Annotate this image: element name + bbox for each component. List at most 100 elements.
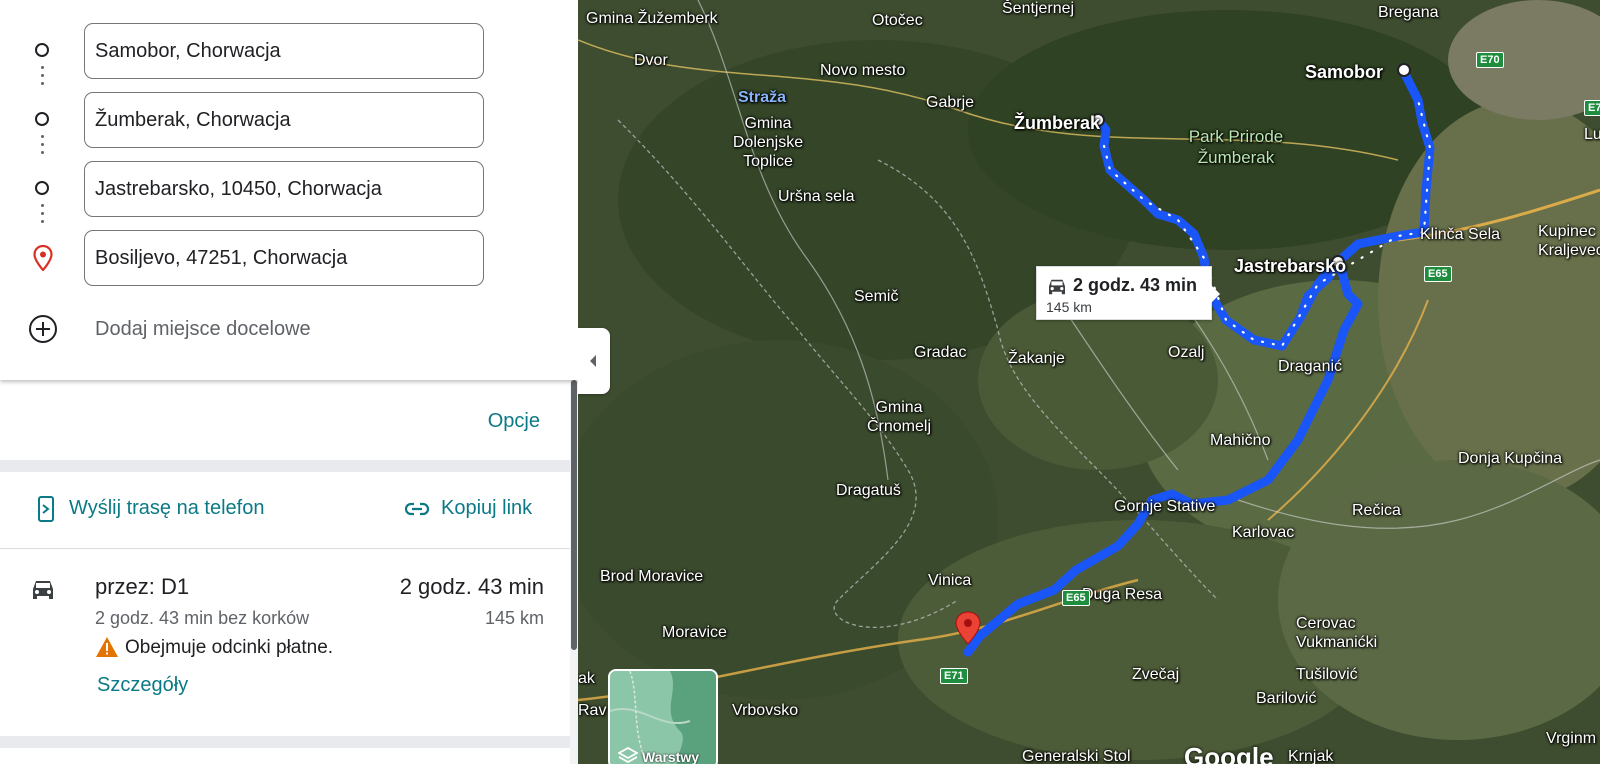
dots-icon [41, 66, 44, 92]
chevron-left-icon [590, 355, 596, 367]
road-shield: E71 [940, 668, 968, 684]
map-label: Generalski Stol [1022, 748, 1131, 764]
map-label: Donja Kupčina [1458, 450, 1563, 467]
link-icon [404, 502, 430, 516]
origin-circle-icon [35, 43, 49, 57]
map-label: Brod Moravice [600, 568, 704, 585]
send-to-phone-icon [38, 496, 54, 522]
road-shield: E65 [1424, 266, 1452, 282]
add-circle-icon[interactable] [28, 314, 58, 344]
add-destination-button[interactable]: Dodaj miejsce docelowe [95, 318, 311, 341]
map-canvas[interactable]: Gmina Žužemberk Otočec Šentjernej Bregan… [578, 0, 1600, 764]
send-to-phone-button[interactable]: Wyślij trasę na telefon [36, 496, 264, 528]
waypoint-row-destination: Bosiljevo, 47251, Chorwacja [0, 230, 578, 288]
map-label: Gmina Dolenjske Toplice [732, 115, 804, 170]
waypoint-row-origin: Samobor, Chorwacja [0, 23, 578, 85]
map-label: Karlovac [1232, 524, 1295, 541]
map-label: Semič [854, 288, 899, 305]
map-label: Lu [1584, 126, 1600, 143]
directions-panel: Samobor, Chorwacja Žumberak, Chorwacja J… [0, 0, 578, 764]
map-label: Krnjak [1288, 748, 1334, 764]
map-label: Bregana [1378, 4, 1439, 21]
map-label: Šentjernej [1002, 0, 1075, 17]
road-shield: E65 [1062, 590, 1090, 606]
destination-pin-icon [33, 245, 53, 271]
map-label: Cerovac Vukmanićki [1296, 615, 1378, 651]
callout-time: 2 godz. 43 min [1073, 275, 1198, 295]
map-label: Duga Resa [1082, 586, 1163, 603]
map-label: Gmina Žužemberk [586, 10, 718, 27]
map-label: Dvor [634, 52, 668, 69]
road-shield: E70 [1476, 52, 1504, 68]
map-label: Novo mesto [820, 62, 906, 79]
map-label: Vinica [928, 572, 972, 589]
map-label: Rečica [1352, 502, 1401, 519]
waypoint-input-3[interactable]: Jastrebarsko, 10450, Chorwacja [84, 161, 484, 217]
route-card[interactable]: przez: D1 2 godz. 43 min 2 godz. 43 min … [0, 548, 570, 728]
scrollbar-thumb[interactable] [571, 380, 577, 650]
route-time-callout[interactable]: 2 godz. 43 min 145 km [1036, 266, 1220, 320]
map-label: Dragatuš [836, 482, 901, 499]
map-label: Rav [578, 702, 607, 719]
waypoint-row-3: Jastrebarsko, 10450, Chorwacja [0, 161, 578, 223]
dots-icon [41, 135, 44, 161]
car-icon [33, 581, 53, 599]
waypoint-circle-icon [35, 181, 49, 195]
section-separator [0, 460, 570, 472]
section-separator [0, 736, 570, 748]
layers-label: Warstwy [642, 749, 700, 764]
map-label: Moravice [662, 624, 727, 641]
map-label: Gornje Stative [1114, 498, 1216, 515]
map-label: Zvečaj [1132, 666, 1180, 683]
callout-arrow [1211, 285, 1220, 303]
map-label: Uršna sela [778, 188, 855, 205]
callout-distance: 145 km [1046, 299, 1092, 315]
route-time: 2 godz. 43 min [399, 574, 544, 599]
options-button[interactable]: Opcje [488, 410, 540, 433]
waypoint-row-2: Žumberak, Chorwacja [0, 92, 578, 154]
send-to-phone-label: Wyślij trasę na telefon [69, 497, 265, 519]
map-label: Žakanje [1008, 350, 1065, 367]
map-label-jastrebarsko: Jastrebarsko [1234, 256, 1347, 276]
map-label: Klinča Sela [1420, 226, 1501, 243]
layers-button[interactable]: Warstwy [608, 669, 718, 764]
map-label: ak [578, 670, 595, 687]
map-label: Vrginm [1546, 730, 1597, 747]
google-logo: Google [1184, 742, 1274, 764]
map-label-zumberak: Žumberak [1014, 113, 1101, 133]
origin-input[interactable]: Samobor, Chorwacja [84, 23, 484, 79]
map-label: Mahično [1210, 432, 1271, 449]
destination-input[interactable]: Bosiljevo, 47251, Chorwacja [84, 230, 484, 286]
map-label-park: Park Prirode Žumberak [1188, 127, 1284, 167]
layers-icon [618, 747, 638, 764]
road-shield: E7 [1584, 100, 1600, 116]
route-no-traffic: 2 godz. 43 min bez korków [95, 608, 310, 628]
waypoint-circle-icon [35, 112, 49, 126]
map-label: Vrbovsko [732, 702, 799, 719]
map-label: Gmina Črnomelj [866, 399, 931, 435]
dots-icon [41, 204, 44, 230]
car-icon [1049, 279, 1065, 295]
waypoint-marker-samobor[interactable] [1397, 63, 1411, 77]
toll-warning-label: Obejmuje odcinki płatne. [125, 637, 334, 658]
map-label: Ozalj [1168, 344, 1205, 361]
map-label: Draganić [1278, 358, 1343, 375]
map-label: Straža [738, 89, 787, 106]
warning-icon [96, 637, 118, 657]
details-button[interactable]: Szczegóły [97, 674, 188, 697]
map-label: Gradac [914, 344, 967, 361]
waypoint-input-2[interactable]: Žumberak, Chorwacja [84, 92, 484, 148]
map-label: Gabrje [926, 94, 975, 111]
route-via: przez: D1 [95, 574, 190, 599]
route-distance: 145 km [484, 608, 544, 628]
copy-link-label: Kopiuj link [441, 497, 533, 519]
map-label: Tušilović [1296, 666, 1358, 683]
collapse-panel-button[interactable] [578, 328, 610, 394]
panel-scrollbar[interactable] [570, 380, 578, 764]
map-label: Kupinec Kraljevec [1538, 223, 1600, 259]
map-label: Barilović [1256, 690, 1317, 707]
share-area: Wyślij trasę na telefon Kopiuj link [0, 472, 570, 548]
waypoint-list: Samobor, Chorwacja Žumberak, Chorwacja J… [0, 0, 578, 380]
map-label: Otočec [872, 12, 923, 29]
options-area: Opcje [0, 380, 570, 460]
